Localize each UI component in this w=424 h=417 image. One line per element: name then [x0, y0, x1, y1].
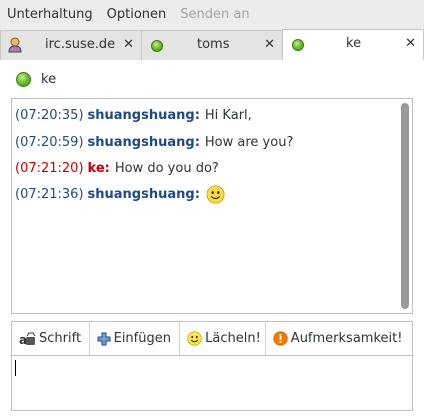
status-available-icon: [292, 39, 304, 51]
chat-message: (07:20:59) shuangshuang: How are you?: [15, 135, 293, 150]
close-icon[interactable]: ✕: [405, 36, 416, 51]
message-input[interactable]: [11, 355, 413, 411]
menu-senden-an: Senden an: [180, 6, 250, 22]
close-icon[interactable]: ✕: [264, 37, 275, 52]
tab-toms[interactable]: toms ✕: [141, 30, 283, 60]
message-timestamp: (07:21:20): [15, 161, 84, 176]
font-button-label: Schrift: [39, 331, 82, 346]
tab-label: irc.suse.de: [45, 37, 116, 52]
close-icon[interactable]: ✕: [123, 37, 134, 52]
text-caret: [15, 360, 16, 376]
svg-text:a: a: [19, 333, 27, 346]
message-nick: shuangshuang:: [87, 135, 200, 150]
user-avatar-icon: [8, 37, 22, 53]
chat-message: (07:20:35) shuangshuang: Hi Karl,: [15, 108, 252, 123]
message-timestamp: (07:21:36): [15, 187, 84, 202]
smile-button-label: Lächeln!: [205, 331, 261, 346]
chat-message: (07:21:20) ke: How do you do?: [15, 161, 219, 176]
insert-button[interactable]: Einfügen: [90, 322, 181, 355]
message-nick: shuangshuang:: [87, 187, 200, 202]
smiley-icon: [187, 331, 202, 346]
message-timestamp: (07:20:35): [15, 108, 84, 123]
chat-message: (07:21:36) shuangshuang:: [15, 185, 225, 204]
status-available-icon: [151, 40, 163, 52]
message-text: How do you do?: [114, 161, 219, 176]
font-icon: a: [19, 332, 36, 346]
tab-label: toms: [197, 37, 230, 52]
chat-history[interactable]: (07:20:35) shuangshuang: Hi Karl, (07:20…: [11, 98, 413, 314]
message-nick: ke:: [87, 161, 110, 176]
attention-icon: [273, 331, 288, 346]
message-text: Hi Karl,: [204, 108, 252, 123]
conversation-pane: ke (07:20:35) shuangshuang: Hi Karl, (07…: [0, 60, 424, 417]
format-toolbar: a Schrift Einfügen Lächeln! Aufmerksamke…: [11, 321, 413, 355]
conversation-tabbar: irc.suse.de ✕ toms ✕ ke ✕: [0, 28, 424, 60]
insert-button-label: Einfügen: [113, 331, 171, 346]
contact-header: ke: [16, 72, 56, 87]
tab-ke[interactable]: ke ✕: [282, 29, 424, 60]
plus-icon: [97, 332, 111, 345]
tab-label: ke: [346, 36, 362, 51]
message-text: How are you?: [204, 135, 294, 150]
chat-scrollbar[interactable]: [401, 103, 409, 309]
contact-name: ke: [41, 72, 57, 87]
message-nick: shuangshuang:: [87, 108, 200, 123]
smiley-icon: [206, 185, 225, 204]
menubar: Unterhaltung Optionen Senden an: [0, 0, 424, 28]
message-timestamp: (07:20:59): [15, 135, 84, 150]
menu-optionen[interactable]: Optionen: [107, 7, 167, 22]
attention-button[interactable]: Aufmerksamkeit!: [266, 322, 412, 355]
smile-button[interactable]: Lächeln!: [180, 322, 266, 355]
status-available-icon: [16, 72, 31, 87]
menu-unterhaltung[interactable]: Unterhaltung: [7, 7, 93, 22]
font-button[interactable]: a Schrift: [12, 322, 90, 355]
tab-irc-suse-de[interactable]: irc.suse.de ✕: [0, 30, 142, 60]
attention-button-label: Aufmerksamkeit!: [290, 331, 403, 346]
